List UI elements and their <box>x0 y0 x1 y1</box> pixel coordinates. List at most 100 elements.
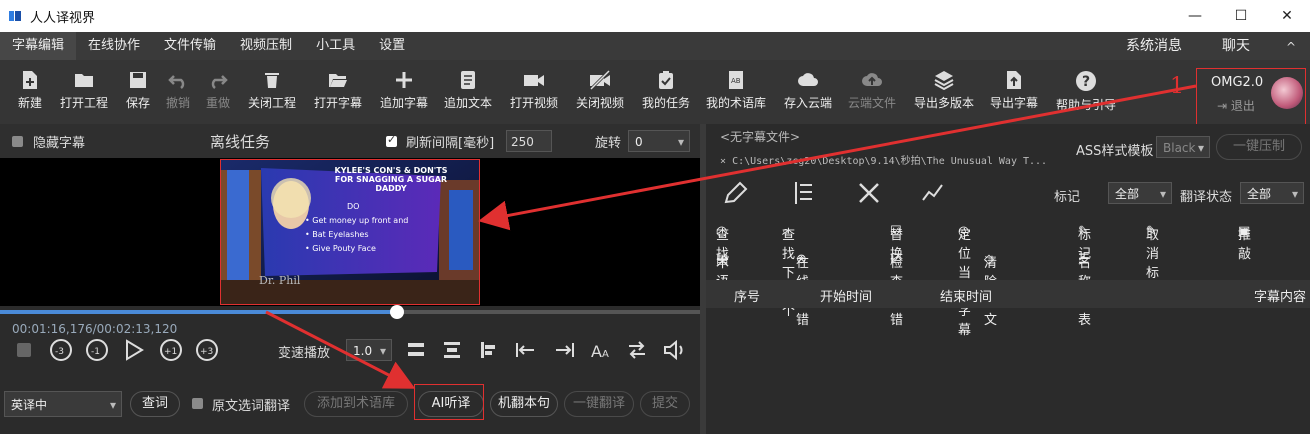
lookup-button[interactable]: 查词 <box>130 391 180 417</box>
save-button[interactable]: 保存 <box>126 70 150 111</box>
hide-subtitle-checkbox[interactable] <box>12 135 23 147</box>
column-end-time[interactable]: 结束时间 <box>940 286 992 305</box>
save-icon <box>130 72 146 88</box>
open-subtitle-button[interactable]: 打开字幕 <box>314 70 362 111</box>
system-messages-button[interactable]: 系统消息 <box>1106 32 1202 60</box>
close-project-button[interactable]: 关闭工程 <box>248 70 296 111</box>
stop-icon[interactable] <box>16 342 32 358</box>
collapse-icon[interactable]: ^ <box>1286 32 1296 62</box>
column-subtitle-content[interactable]: 字幕内容 <box>1254 286 1306 305</box>
annotation-1: 1 <box>1170 74 1184 99</box>
open-video-button[interactable]: 打开视频 <box>510 70 558 111</box>
menu-video-compress[interactable]: 视频压制 <box>228 32 304 60</box>
subtitle-file-label: <无字幕文件> <box>720 130 801 144</box>
play-icon[interactable] <box>122 338 146 362</box>
playback-progress-bar[interactable] <box>0 305 700 319</box>
submit-button[interactable]: 提交 <box>640 391 690 417</box>
close-file-icon[interactable]: × <box>720 156 726 167</box>
redo-icon <box>211 75 228 89</box>
playback-progress-knob[interactable] <box>389 305 404 319</box>
translation-status-label: 翻译状态 <box>1180 190 1233 205</box>
rotate-select[interactable]: 0 <box>628 130 690 153</box>
subtitle-table-header: 序号 开始时间 结束时间 字幕内容 <box>706 280 1310 308</box>
video-headline-1: KYLEE'S CON'S & DON'TS <box>334 166 448 175</box>
column-index[interactable]: 序号 <box>734 286 760 305</box>
redo-button[interactable]: 重做 <box>206 70 230 111</box>
rewind-1s-icon[interactable]: -1 <box>84 338 110 362</box>
align-top-icon[interactable] <box>406 340 426 360</box>
refresh-interval-checkbox[interactable] <box>386 133 397 147</box>
close-video-button[interactable]: 关闭视频 <box>576 70 624 111</box>
plus-icon <box>396 72 412 88</box>
select-translate-checkbox[interactable] <box>192 398 203 409</box>
ass-template-label: ASS样式模板 <box>1076 144 1154 159</box>
video-headline-2: FOR SNAGGING A SUGAR DADDY <box>334 175 448 193</box>
append-text-button[interactable]: 追加文本 <box>444 70 492 111</box>
help-icon: ? <box>1076 71 1096 91</box>
volume-icon[interactable] <box>662 338 688 362</box>
language-select[interactable]: 英译中 <box>4 391 122 418</box>
align-middle-icon[interactable] <box>442 340 462 360</box>
append-subtitle-button[interactable]: 追加字幕 <box>380 70 428 111</box>
edit-pencil-icon[interactable] <box>722 180 750 206</box>
svg-text:-3: -3 <box>55 347 64 357</box>
export-multi-version-button[interactable]: 导出多版本 <box>914 70 974 111</box>
waveform-chart-icon[interactable] <box>920 180 948 206</box>
menu-file-transfer[interactable]: 文件传输 <box>152 32 228 60</box>
menu-subtitle-edit[interactable]: 字幕编辑 <box>0 32 77 60</box>
minimize-button[interactable]: — <box>1172 0 1218 32</box>
add-to-glossary-button[interactable]: 添加到术语库 <box>304 391 408 417</box>
my-glossary-button[interactable]: AB 我的术语库 <box>706 70 766 111</box>
video-camera-icon <box>524 75 544 86</box>
shift-left-icon[interactable] <box>514 340 538 360</box>
video-bullet: • Get money up front and <box>305 216 409 225</box>
my-tasks-button[interactable]: 我的任务 <box>642 70 690 111</box>
machine-translate-button[interactable]: 机翻本句 <box>490 391 558 417</box>
maximize-button[interactable]: ☐ <box>1218 0 1264 32</box>
forward-1s-icon[interactable]: +1 <box>158 338 184 362</box>
app-logo-icon <box>9 11 21 21</box>
open-project-button[interactable]: 打开工程 <box>60 70 108 111</box>
refresh-interval-input[interactable]: 250 <box>506 130 552 152</box>
help-guide-button[interactable]: ? 帮助与引导 <box>1056 70 1116 113</box>
menu-settings[interactable]: 设置 <box>367 32 417 60</box>
logout-icon: ⇥ <box>1217 99 1228 113</box>
panel-splitter[interactable] <box>700 124 706 434</box>
chat-button[interactable]: 聊天 <box>1202 32 1270 60</box>
align-left-icon[interactable] <box>478 340 498 360</box>
translation-status-select[interactable]: 全部 <box>1240 182 1304 205</box>
forward-3s-icon[interactable]: +3 <box>194 338 220 362</box>
close-button[interactable]: ✕ <box>1264 0 1310 32</box>
shift-right-icon[interactable] <box>552 340 576 360</box>
menu-online-collab[interactable]: 在线协作 <box>76 32 152 60</box>
avatar[interactable] <box>1271 77 1303 109</box>
timecode: 00:01:16,176/00:02:13,120 <box>12 322 178 336</box>
menu-bar: 字幕编辑 在线协作 文件传输 视频压制 小工具 设置 系统消息 聊天 ^ <box>0 32 1310 60</box>
svg-text:+1: +1 <box>164 347 177 357</box>
swap-icon[interactable] <box>626 340 648 360</box>
one-click-translate-button[interactable]: 一键翻译 <box>564 391 634 417</box>
column-start-time[interactable]: 开始时间 <box>820 286 872 305</box>
subtitle-panel: <无字幕文件> × C:\Users\zcg20\Desktop\9.14\秒拍… <box>706 124 1310 434</box>
new-button[interactable]: 新建 <box>18 70 42 111</box>
menu-tools[interactable]: 小工具 <box>304 32 367 60</box>
cloud-files-button[interactable]: 云端文件 <box>848 70 896 111</box>
video-frame: KYLEE'S CON'S & DON'TS FOR SNAGGING A SU… <box>220 159 480 305</box>
rewind-3s-icon[interactable]: -3 <box>48 338 74 362</box>
save-cloud-button[interactable]: 存入云端 <box>784 70 832 111</box>
mark-filter-select[interactable]: 全部 <box>1108 182 1172 205</box>
font-size-icon[interactable]: AA <box>590 340 612 360</box>
tools-icon[interactable] <box>856 180 884 206</box>
svg-text:A: A <box>591 342 602 360</box>
export-subtitle-button[interactable]: 导出字幕 <box>990 70 1038 111</box>
undo-button[interactable]: 撤销 <box>166 70 190 111</box>
undo-icon <box>168 75 185 89</box>
list-timeline-icon[interactable] <box>790 180 818 206</box>
one-click-compress-button[interactable]: 一键压制 <box>1216 134 1302 160</box>
window-title: 人人译视界 <box>30 10 96 26</box>
cloud-icon <box>798 73 818 86</box>
speed-select[interactable]: 1.0 <box>346 339 392 362</box>
svg-text:?: ? <box>1082 74 1090 90</box>
ass-template-select[interactable]: Black <box>1156 136 1210 159</box>
logout-button[interactable]: ⇥ 退出 <box>1217 97 1255 114</box>
